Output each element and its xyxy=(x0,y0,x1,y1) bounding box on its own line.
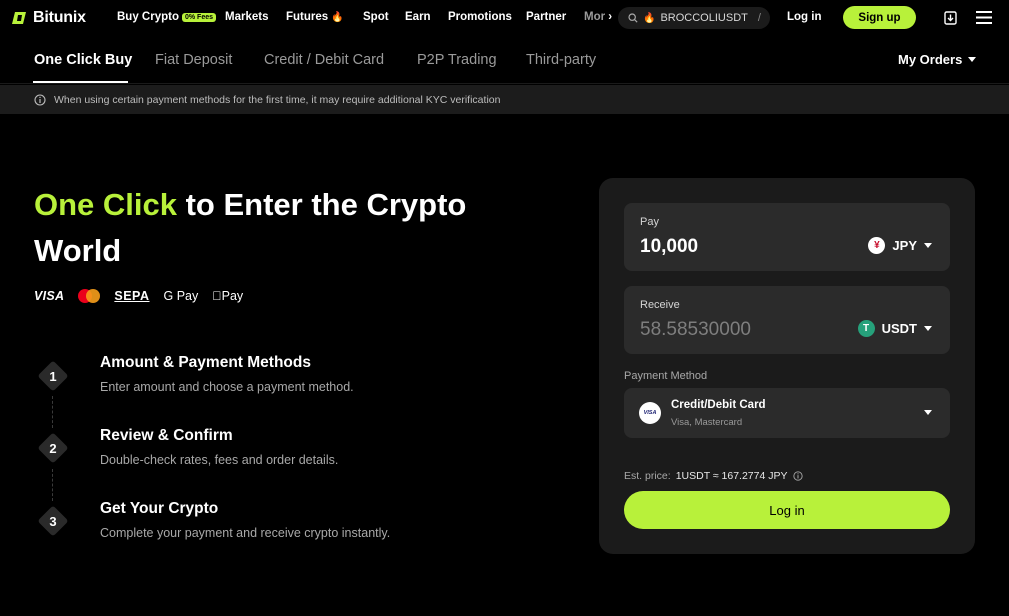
step-2-title: Review & Confirm xyxy=(100,427,233,444)
active-tab-indicator xyxy=(33,81,128,83)
step-1-title: Amount & Payment Methods xyxy=(100,354,311,371)
kyc-notice-bar: When using certain payment methods for t… xyxy=(0,85,1009,114)
receive-label: Receive xyxy=(640,299,680,311)
step-1-badge: 1 xyxy=(37,360,69,392)
nav-spot[interactable]: Spot xyxy=(363,11,389,23)
search-icon xyxy=(628,13,638,23)
top-navbar: Bitunix Buy Crypto 0% Fees Markets Future… xyxy=(0,0,1009,36)
brand-name: Bitunix xyxy=(33,9,86,26)
est-price-value: 1USDT ≈ 167.2774 JPY xyxy=(675,470,788,482)
visa-logo: VISA xyxy=(34,289,65,303)
hero-title: One Click to Enter the Crypto World xyxy=(34,182,514,274)
login-button[interactable]: Log in xyxy=(624,491,950,529)
nav-buy-crypto[interactable]: Buy Crypto 0% Fees xyxy=(117,11,217,23)
google-pay-logo: G Pay xyxy=(163,289,199,303)
estimated-price: Est. price: 1USDT ≈ 167.2774 JPY xyxy=(624,470,803,482)
bitunix-logo-icon xyxy=(12,12,26,24)
payment-method-title: Credit/Debit Card xyxy=(671,399,766,411)
search-value: BROCCOLIUSDT xyxy=(660,12,748,24)
download-icon[interactable] xyxy=(944,11,957,25)
step-2-desc: Double-check rates, fees and order detai… xyxy=(100,453,339,467)
step-2-badge: 2 xyxy=(37,432,69,464)
pay-label: Pay xyxy=(640,216,659,228)
est-price-label: Est. price: xyxy=(624,470,671,482)
nav-label: Mor xyxy=(584,11,606,23)
info-icon[interactable] xyxy=(792,471,803,481)
nav-earn[interactable]: Earn xyxy=(405,11,431,23)
step-3-badge: 3 xyxy=(37,505,69,537)
jpy-icon: ¥ xyxy=(868,237,886,254)
zero-fees-badge: 0% Fees xyxy=(181,13,217,22)
search-shortcut: / xyxy=(757,12,761,24)
hamburger-menu-icon[interactable] xyxy=(976,11,992,24)
login-link[interactable]: Log in xyxy=(787,11,822,23)
nav-more[interactable]: Mor › xyxy=(584,11,612,23)
search-input[interactable]: 🔥 BROCCOLIUSDT / xyxy=(618,7,770,29)
bitunix-logo[interactable]: Bitunix xyxy=(12,9,86,27)
sepa-logo: SEPA xyxy=(114,289,150,303)
my-orders-dropdown[interactable]: My Orders xyxy=(898,52,977,67)
caret-down-icon xyxy=(968,57,977,62)
pay-currency: JPY xyxy=(892,238,917,253)
nav-partner[interactable]: Partner xyxy=(526,11,566,23)
hero-line1: to Enter the Crypto xyxy=(177,187,467,222)
nav-label: Buy Crypto xyxy=(117,11,179,23)
tab-one-click-buy[interactable]: One Click Buy xyxy=(34,52,132,68)
usdt-icon: T xyxy=(857,320,875,337)
tab-third-party[interactable]: Third-party xyxy=(526,52,596,68)
step-3-title: Get Your Crypto xyxy=(100,500,219,517)
nav-markets[interactable]: Markets xyxy=(225,11,268,23)
fire-icon: 🔥 xyxy=(331,12,344,23)
apple-pay-logo: Pay xyxy=(212,289,243,303)
nav-label: Futures xyxy=(286,11,329,23)
hero-accent: One Click xyxy=(34,187,177,222)
tab-p2p-trading[interactable]: P2P Trading xyxy=(417,52,497,68)
pay-field[interactable]: Pay 10,000 ¥ JPY xyxy=(624,203,950,271)
my-orders-label: My Orders xyxy=(898,52,963,67)
payment-logos: VISA SEPA G Pay Pay xyxy=(34,289,243,303)
payment-method-label: Payment Method xyxy=(624,370,708,382)
step-1-desc: Enter amount and choose a payment method… xyxy=(100,380,354,394)
mastercard-logo xyxy=(78,289,101,303)
payment-method-select[interactable]: VISA Credit/Debit Card Visa, Mastercard xyxy=(624,388,950,438)
payment-method-sub: Visa, Mastercard xyxy=(671,417,743,428)
pay-amount-input[interactable]: 10,000 xyxy=(640,236,698,258)
step-3-desc: Complete your payment and receive crypto… xyxy=(100,526,391,540)
caret-down-icon xyxy=(924,243,932,248)
caret-down-icon xyxy=(924,326,932,331)
pay-currency-select[interactable]: ¥ JPY xyxy=(868,237,932,254)
hero-line2: World xyxy=(34,233,122,268)
signup-button[interactable]: Sign up xyxy=(843,6,916,29)
nav-promotions[interactable]: Promotions xyxy=(448,11,512,23)
receive-currency: USDT xyxy=(881,321,917,336)
notice-text: When using certain payment methods for t… xyxy=(54,93,501,106)
info-icon xyxy=(34,93,46,106)
nav-futures[interactable]: Futures 🔥 xyxy=(286,11,344,23)
tab-fiat-deposit[interactable]: Fiat Deposit xyxy=(155,52,232,68)
fire-icon: 🔥 xyxy=(643,12,656,24)
receive-currency-select[interactable]: T USDT xyxy=(857,320,932,337)
chevron-right-icon[interactable]: › xyxy=(608,11,612,23)
visa-card-icon: VISA xyxy=(639,402,661,424)
buy-crypto-tabs: One Click Buy Fiat Deposit Credit / Debi… xyxy=(0,36,1009,84)
receive-amount[interactable]: 58.58530000 xyxy=(640,319,751,341)
caret-down-icon xyxy=(924,410,932,415)
tab-credit-debit-card[interactable]: Credit / Debit Card xyxy=(264,52,384,68)
step-connector xyxy=(52,396,53,428)
step-connector xyxy=(52,469,53,501)
buy-form-card: Pay 10,000 ¥ JPY Receive 58.58530000 T U… xyxy=(599,178,975,554)
receive-field[interactable]: Receive 58.58530000 T USDT xyxy=(624,286,950,354)
